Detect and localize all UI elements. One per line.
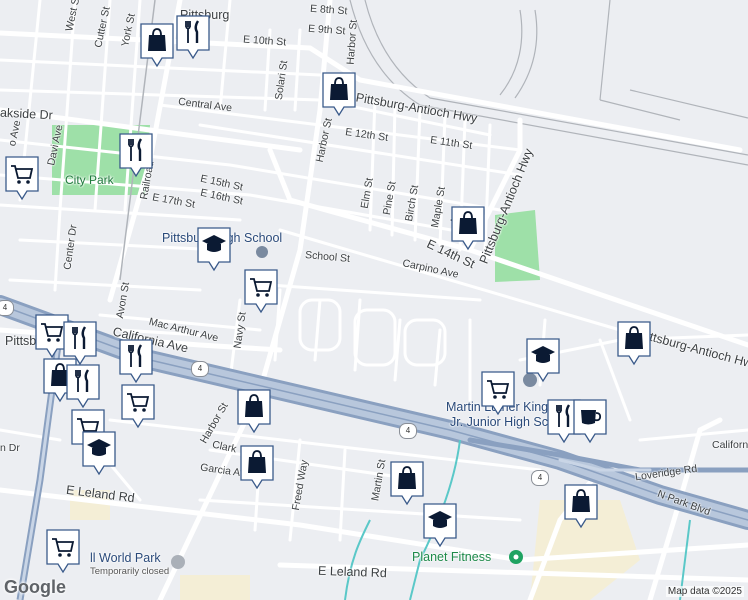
map-attribution[interactable]: Map data ©2025 xyxy=(665,586,744,597)
grocery-pin-bottom-left[interactable] xyxy=(45,528,81,574)
map-canvas[interactable]: Pittsburg E 8th St E 9th St E 10th St Cu… xyxy=(0,0,748,600)
restaurant-pin-railroad[interactable] xyxy=(118,132,154,178)
label-en-dr: n Dr xyxy=(0,442,20,454)
shopping-pin-far-right[interactable] xyxy=(616,320,652,366)
highway-4-shield: 4 xyxy=(531,470,549,486)
school-pin-cluster[interactable] xyxy=(81,430,117,476)
label-california-right: California xyxy=(712,439,748,451)
school-pin-planet[interactable] xyxy=(422,502,458,548)
school-pin-pittsburg-hs[interactable] xyxy=(196,226,232,272)
label-e10th: E 10th St xyxy=(242,33,287,49)
school-pin-mlk[interactable] xyxy=(525,337,561,383)
label-planet-fitness[interactable]: Planet Fitness xyxy=(412,551,491,564)
map-base-layer xyxy=(0,0,748,600)
label-e8th: E 8th St xyxy=(309,2,348,18)
restaurant-pin-cluster-2[interactable] xyxy=(118,338,154,384)
highway-4-shield: 4 xyxy=(0,300,14,316)
google-logo: Google xyxy=(4,577,66,597)
grocery-pin-school-st[interactable] xyxy=(243,268,279,314)
grocery-pin-mlk[interactable] xyxy=(480,370,516,416)
shopping-pin-hwy[interactable] xyxy=(321,71,357,117)
grocery-pin-cluster-2[interactable] xyxy=(120,383,156,429)
shopping-pin-martin[interactable] xyxy=(389,460,425,506)
shopping-pin-14th[interactable] xyxy=(450,205,486,251)
label-e-leland-bottom: E Leland Rd xyxy=(317,563,388,581)
shopping-pin-top-left[interactable] xyxy=(139,22,175,68)
shopping-pin-harbor[interactable] xyxy=(236,388,272,434)
restaurant-pin-cluster-3[interactable] xyxy=(65,363,101,409)
highway-4-shield: 4 xyxy=(191,361,209,377)
cafe-pin-mlk[interactable] xyxy=(572,398,608,444)
restaurant-pin-top[interactable] xyxy=(175,14,211,60)
shopping-pin-garcia[interactable] xyxy=(239,444,275,490)
label-small-world[interactable]: ll World Park xyxy=(90,552,161,565)
shopping-pin-n-park[interactable] xyxy=(563,483,599,529)
label-city-park: City Park xyxy=(65,173,114,187)
label-lakeside: akside Dr xyxy=(0,105,54,123)
label-pittsburg-left: Pittsb xyxy=(5,334,37,348)
label-temp-closed: Temporarily closed xyxy=(90,566,170,577)
highway-4-shield: 4 xyxy=(399,423,417,439)
grocery-pin-left[interactable] xyxy=(4,155,40,201)
label-e9th: E 9th St xyxy=(307,22,346,38)
